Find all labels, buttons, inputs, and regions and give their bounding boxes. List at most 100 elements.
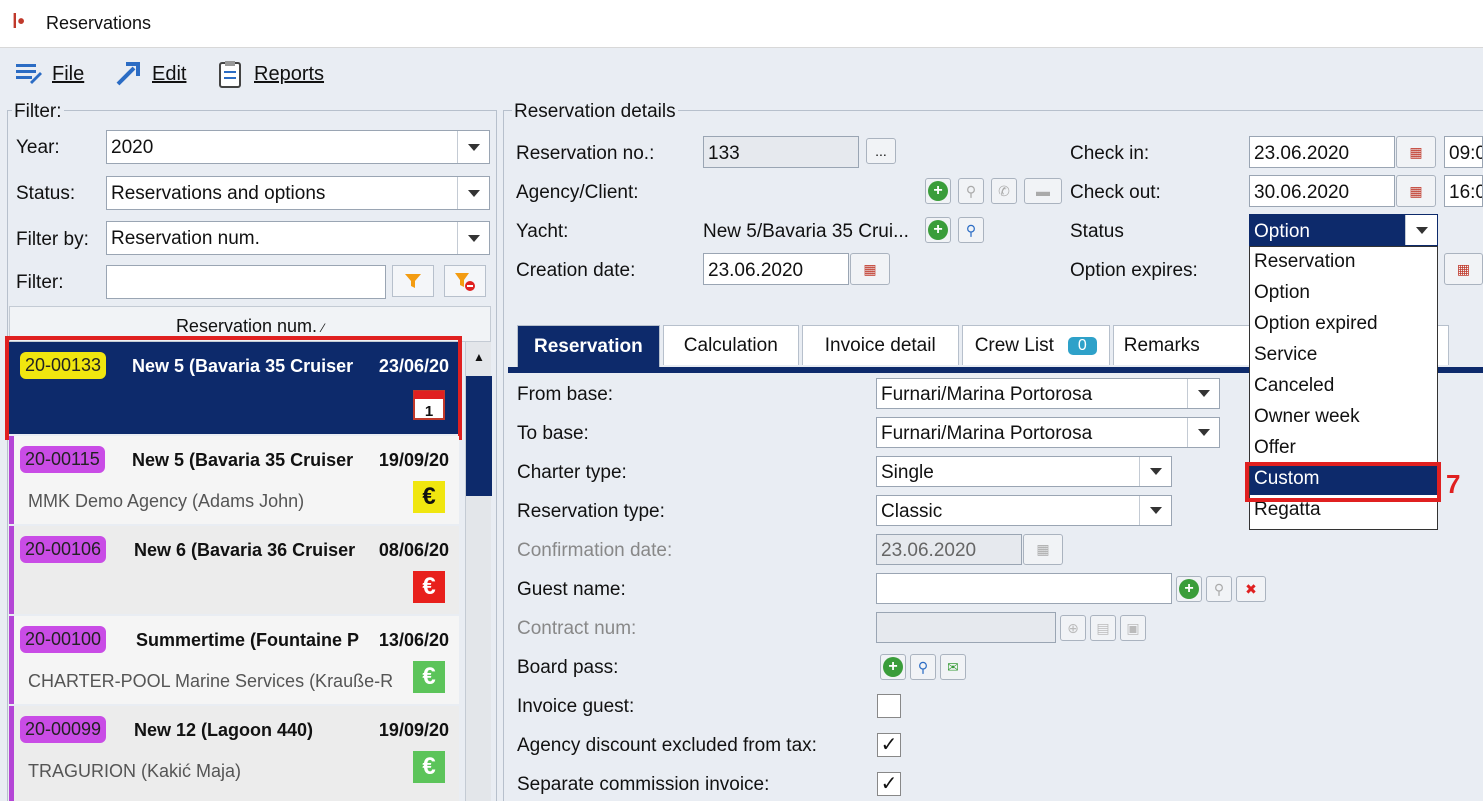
search-guest-button[interactable]: ⚲ [1206, 576, 1232, 602]
status-option-offer[interactable]: Offer [1250, 433, 1437, 464]
calendar-icon: ▦ [1409, 182, 1423, 199]
search-yacht-button[interactable]: ⚲ [958, 217, 984, 243]
from-base-combo[interactable]: Furnari/Marina Portorosa [876, 378, 1220, 409]
clear-agency-button[interactable]: ▬ [1024, 178, 1062, 204]
reservation-number: 20-00106 [20, 536, 107, 563]
calendar-icon: ▦ [1456, 260, 1471, 277]
confirmation-date-field: 23.06.2020 [876, 534, 1022, 565]
charter-type-combo[interactable]: Single [876, 456, 1172, 487]
filterby-value: Reservation num. [111, 228, 260, 249]
call-agency-button[interactable]: ✆ [991, 178, 1017, 204]
tab-reservation[interactable]: Reservation [517, 325, 660, 368]
chevron-down-icon[interactable] [1139, 496, 1171, 525]
reservation-no-label: Reservation no.: [516, 143, 655, 164]
euro-payment-icon: € [413, 571, 445, 603]
edit-menu[interactable]: Edit [114, 60, 186, 88]
chevron-down-icon[interactable] [1187, 379, 1219, 408]
status-option-owner-week[interactable]: Owner week [1250, 402, 1437, 433]
year-combo[interactable]: 2020 [106, 130, 490, 164]
filterby-combo[interactable]: Reservation num. [106, 221, 490, 255]
check-out-date-picker-button[interactable]: ▦ [1396, 175, 1436, 207]
add-guest-button[interactable]: + [1176, 576, 1202, 602]
creation-date-field[interactable]: 23.06.2020 [703, 253, 849, 285]
status-option-canceled[interactable]: Canceled [1250, 371, 1437, 402]
filter-input[interactable] [106, 265, 386, 299]
reports-menu[interactable]: Reports [216, 60, 324, 88]
check-out-date-field[interactable]: 30.06.2020 [1249, 175, 1395, 207]
reservation-type-combo[interactable]: Classic [876, 495, 1172, 526]
reservation-date: 19/09/20 [378, 450, 449, 470]
invoice-guest-checkbox[interactable] [877, 694, 901, 718]
chevron-down-icon[interactable] [457, 222, 489, 254]
separate-commission-checkbox[interactable]: ✓ [877, 772, 901, 796]
list-item[interactable]: 20-00100 Summertime (Fountaine P 13/06/2… [9, 616, 459, 704]
calendar-icon: ▦ [863, 260, 877, 277]
euro-payment-icon: € [413, 751, 445, 783]
status-filter-label: Status: [16, 183, 76, 204]
status-option-option[interactable]: Option [1250, 278, 1437, 309]
status-combo[interactable]: Option [1249, 214, 1438, 246]
scrollbar-thumb[interactable] [466, 376, 492, 496]
agency-discount-label: Agency discount excluded from tax: [517, 735, 817, 756]
list-item[interactable]: 20-00099 New 12 (Lagoon 440) 19/09/20 TR… [9, 706, 459, 801]
to-base-label: To base: [517, 423, 589, 444]
search-agency-button[interactable]: ⚲ [958, 178, 984, 204]
tab-label: Crew List [974, 334, 1054, 356]
view-board-pass-button[interactable]: ⚲ [910, 654, 936, 680]
tab-invoice-detail[interactable]: Invoice detail [801, 325, 959, 365]
tab-label: Reservation [534, 336, 643, 357]
check-out-time-field[interactable]: 16:0 [1444, 175, 1483, 207]
edit-menu-label: Edit [152, 62, 187, 85]
search-icon: ⚲ [1213, 580, 1225, 597]
option-expires-picker-button[interactable]: ▦ [1444, 253, 1483, 285]
edit-menu-icon [116, 62, 140, 86]
chevron-down-icon[interactable] [1405, 215, 1437, 245]
guest-name-input[interactable] [876, 573, 1172, 604]
clear-guest-button[interactable]: ✖ [1236, 576, 1266, 602]
checkmark-icon: ✓ [880, 734, 898, 756]
agency-name: CHARTER-POOL Marine Services (Krauße-R [28, 671, 394, 691]
tab-crew-list[interactable]: Crew List 0 [961, 325, 1110, 365]
status-filter-combo[interactable]: Reservations and options [106, 176, 490, 210]
add-contract-button: ⊕ [1060, 615, 1086, 641]
confirmation-date-label: Confirmation date: [517, 540, 673, 561]
status-option-option-expired[interactable]: Option expired [1250, 309, 1437, 340]
add-agency-button[interactable]: + [925, 178, 951, 204]
chevron-down-icon[interactable] [457, 131, 489, 163]
creation-date-label: Creation date: [516, 260, 636, 281]
list-scrollbar[interactable]: ▲ [465, 342, 492, 801]
chevron-down-icon[interactable] [1187, 418, 1219, 447]
creation-date-picker-button[interactable]: ▦ [850, 253, 890, 285]
to-base-combo[interactable]: Furnari/Marina Portorosa [876, 417, 1220, 448]
chevron-down-icon[interactable] [1139, 457, 1171, 486]
funnel-icon [405, 274, 421, 288]
list-item[interactable]: 20-00115 New 5 (Bavaria 35 Cruiser 19/09… [9, 436, 459, 524]
yacht-name: New 5 (Bavaria 35 Cruiser [132, 450, 354, 470]
invoice-guest-label: Invoice guest: [517, 696, 635, 717]
agency-name: MMK Demo Agency (Adams John) [28, 491, 305, 511]
filter-legend: Filter: [12, 101, 64, 123]
list-item[interactable]: 20-00106 New 6 (Bavaria 36 Cruiser 08/06… [9, 526, 459, 614]
funnel-clear-icon [455, 273, 475, 291]
agency-discount-checkbox[interactable]: ✓ [877, 733, 901, 757]
tab-calculation[interactable]: Calculation [662, 325, 799, 365]
add-yacht-button[interactable]: + [925, 217, 951, 243]
scroll-up-icon[interactable]: ▲ [473, 350, 485, 364]
status-option-reservation[interactable]: Reservation [1250, 247, 1437, 278]
guest-name-label: Guest name: [517, 579, 626, 600]
chevron-down-icon[interactable] [457, 177, 489, 209]
file-menu-label: File [52, 62, 85, 85]
send-board-pass-button[interactable]: ✉ [940, 654, 966, 680]
file-menu[interactable]: File [14, 60, 84, 88]
check-in-date-field[interactable]: 23.06.2020 [1249, 136, 1395, 168]
file-menu-icon [16, 64, 42, 84]
plus-icon: + [1179, 579, 1199, 599]
apply-filter-button[interactable] [392, 265, 434, 297]
clear-filter-button[interactable] [444, 265, 486, 297]
reports-menu-label: Reports [254, 62, 325, 85]
add-board-pass-button[interactable]: + [880, 654, 906, 680]
reservation-no-more-button[interactable]: ... [866, 138, 896, 164]
status-option-service[interactable]: Service [1250, 340, 1437, 371]
check-in-time-field[interactable]: 09:0 [1444, 136, 1483, 168]
check-in-date-picker-button[interactable]: ▦ [1396, 136, 1436, 168]
